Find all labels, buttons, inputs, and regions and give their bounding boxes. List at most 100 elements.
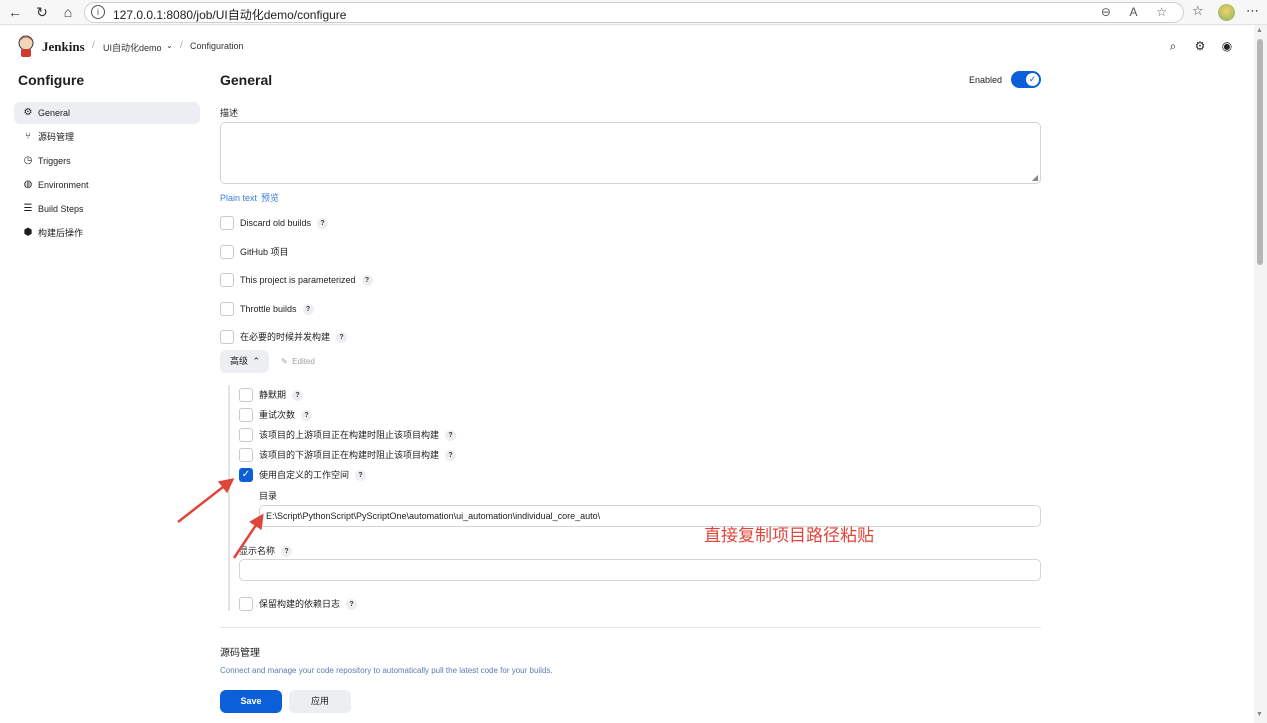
gear-icon: ⚙ xyxy=(23,107,33,118)
scroll-down-icon[interactable]: ▼ xyxy=(1256,711,1263,718)
apply-button[interactable]: 应用 xyxy=(289,690,351,713)
sidebar-title: Configure xyxy=(18,72,85,88)
scrollbar[interactable]: ▲ ▼ xyxy=(1254,25,1267,723)
description-format-links: Plain text 预览 xyxy=(220,191,279,204)
advanced-label: 高级 xyxy=(230,356,249,366)
sidebar-item-label: Triggers xyxy=(38,156,71,166)
checkbox[interactable] xyxy=(220,216,234,230)
search-icon[interactable]: ⌕ xyxy=(1166,39,1180,53)
section-title-scm: 源码管理 xyxy=(220,648,260,659)
info-icon[interactable]: i xyxy=(91,5,105,19)
checkbox-checked[interactable]: ✓ xyxy=(239,468,253,482)
enabled-toggle[interactable]: ✓ xyxy=(1011,71,1041,88)
refresh-icon[interactable]: ↻ xyxy=(33,3,51,21)
edited-indicator: ✎ Edited xyxy=(281,357,315,366)
favorites-icon[interactable]: ☆ xyxy=(1192,3,1204,19)
display-name-label: 显示名称? xyxy=(239,544,293,558)
breadcrumb-separator: / xyxy=(180,40,183,51)
save-button[interactable]: Save xyxy=(220,690,282,713)
help-icon[interactable]: ? xyxy=(355,470,367,482)
help-icon[interactable]: ? xyxy=(445,450,457,462)
sidebar-item-build-steps[interactable]: ☰ Build Steps xyxy=(14,198,200,220)
scroll-up-icon[interactable]: ▲ xyxy=(1256,27,1263,34)
checkbox[interactable] xyxy=(239,388,253,402)
sidebar-item-scm[interactable]: ⑂ 源码管理 xyxy=(14,126,200,148)
help-icon[interactable]: ? xyxy=(445,430,457,442)
option-label: Throttle builds xyxy=(240,304,297,314)
plain-text-link[interactable]: Plain text xyxy=(220,193,257,203)
sidebar-item-triggers[interactable]: ◷ Triggers xyxy=(14,150,200,172)
checkbox[interactable] xyxy=(239,597,253,611)
directory-input[interactable]: E:\Script\PythonScript\PyScriptOne\autom… xyxy=(259,505,1041,527)
sidebar-item-post-build[interactable]: ⬢ 构建后操作 xyxy=(14,222,200,244)
help-icon[interactable]: ? xyxy=(346,599,358,611)
sidebar-item-label: 构建后操作 xyxy=(38,228,84,238)
section-title-general: General xyxy=(220,72,273,88)
scm-description: Connect and manage your code repository … xyxy=(220,666,553,675)
sidebar-item-label: 源码管理 xyxy=(38,132,75,142)
pencil-icon: ✎ xyxy=(281,357,288,366)
sidebar-item-label: Environment xyxy=(38,180,89,190)
chevron-up-icon: ⌃ xyxy=(252,356,260,366)
enabled-label: Enabled xyxy=(969,75,1003,85)
globe-icon: ◍ xyxy=(23,179,33,190)
home-icon[interactable]: ⌂ xyxy=(59,3,77,21)
checkbox[interactable] xyxy=(220,302,234,316)
option-label: 重试次数 xyxy=(259,410,296,420)
annotation-text: 直接复制项目路径粘贴 xyxy=(704,526,874,545)
option-label: GitHub 项目 xyxy=(240,247,289,257)
zoom-icon[interactable]: ⊖ A ☆ xyxy=(1101,5,1175,19)
breadcrumb-separator: / xyxy=(92,40,95,51)
option-label: Discard old builds xyxy=(240,218,312,228)
chevron-down-icon[interactable]: ⌄ xyxy=(166,41,173,50)
option-label: This project is parameterized xyxy=(240,275,356,285)
more-icon[interactable]: ⋯ xyxy=(1246,3,1259,19)
sidebar-item-label: Build Steps xyxy=(38,204,84,214)
sidebar-item-environment[interactable]: ◍ Environment xyxy=(14,174,200,196)
checkbox[interactable] xyxy=(239,448,253,462)
checkbox[interactable] xyxy=(220,330,234,344)
checkbox[interactable] xyxy=(239,428,253,442)
branch-icon: ⑂ xyxy=(25,131,31,142)
url-text[interactable]: 127.0.0.1:8080/job/UI自动化demo/configure xyxy=(113,6,346,23)
display-name-input[interactable] xyxy=(239,559,1041,581)
description-textarea[interactable]: ◢ xyxy=(220,122,1041,184)
breadcrumb-configuration: Configuration xyxy=(190,41,244,51)
preview-link[interactable]: 预览 xyxy=(261,193,279,203)
check-icon: ✓ xyxy=(1026,73,1039,86)
checkbox[interactable] xyxy=(220,273,234,287)
option-label: 该项目的上游项目正在构建时阻止该项目构建 xyxy=(259,430,440,440)
arrow-left-icon[interactable]: ← xyxy=(6,3,24,21)
gear-icon[interactable]: ⚙ xyxy=(1193,39,1207,53)
sidebar-item-label: General xyxy=(38,108,71,118)
option-label: 在必要的时候并发构建 xyxy=(240,332,331,342)
help-icon[interactable]: ? xyxy=(292,390,304,402)
help-icon[interactable]: ? xyxy=(281,546,293,558)
brand-name[interactable]: Jenkins xyxy=(42,39,85,55)
option-label: 该项目的下游项目正在构建时阻止该项目构建 xyxy=(259,450,440,460)
address-bar[interactable]: i 127.0.0.1:8080/job/UI自动化demo/configure… xyxy=(84,2,1184,23)
scroll-thumb[interactable] xyxy=(1257,39,1263,265)
help-icon[interactable]: ? xyxy=(302,304,314,316)
browser-toolbar: ← ↻ ⌂ i 127.0.0.1:8080/job/UI自动化demo/con… xyxy=(0,0,1267,25)
sidebar-item-general[interactable]: ⚙ General xyxy=(14,102,200,124)
help-icon[interactable]: ? xyxy=(301,410,313,422)
help-icon[interactable]: ? xyxy=(361,275,373,287)
list-icon: ☰ xyxy=(23,203,33,214)
help-icon[interactable]: ? xyxy=(336,332,348,344)
advanced-button[interactable]: 高级 ⌃ xyxy=(220,350,269,373)
option-label: 使用自定义的工作空间 xyxy=(259,470,350,480)
resize-handle-icon[interactable]: ◢ xyxy=(1032,173,1038,182)
profile-avatar[interactable] xyxy=(1218,4,1235,21)
directory-label: 目录 xyxy=(259,491,278,501)
checkbox[interactable] xyxy=(220,245,234,259)
user-icon[interactable]: ◉ xyxy=(1220,39,1234,53)
arrow-to-checkbox xyxy=(177,478,235,523)
edited-label: Edited xyxy=(292,357,315,366)
advanced-section-rule xyxy=(228,385,230,611)
description-label: 描述 xyxy=(220,108,239,118)
help-icon[interactable]: ? xyxy=(317,218,329,230)
checkbox[interactable] xyxy=(239,408,253,422)
breadcrumb-job[interactable]: UI自动化demo xyxy=(103,41,162,54)
jenkins-logo-icon[interactable] xyxy=(18,35,34,57)
